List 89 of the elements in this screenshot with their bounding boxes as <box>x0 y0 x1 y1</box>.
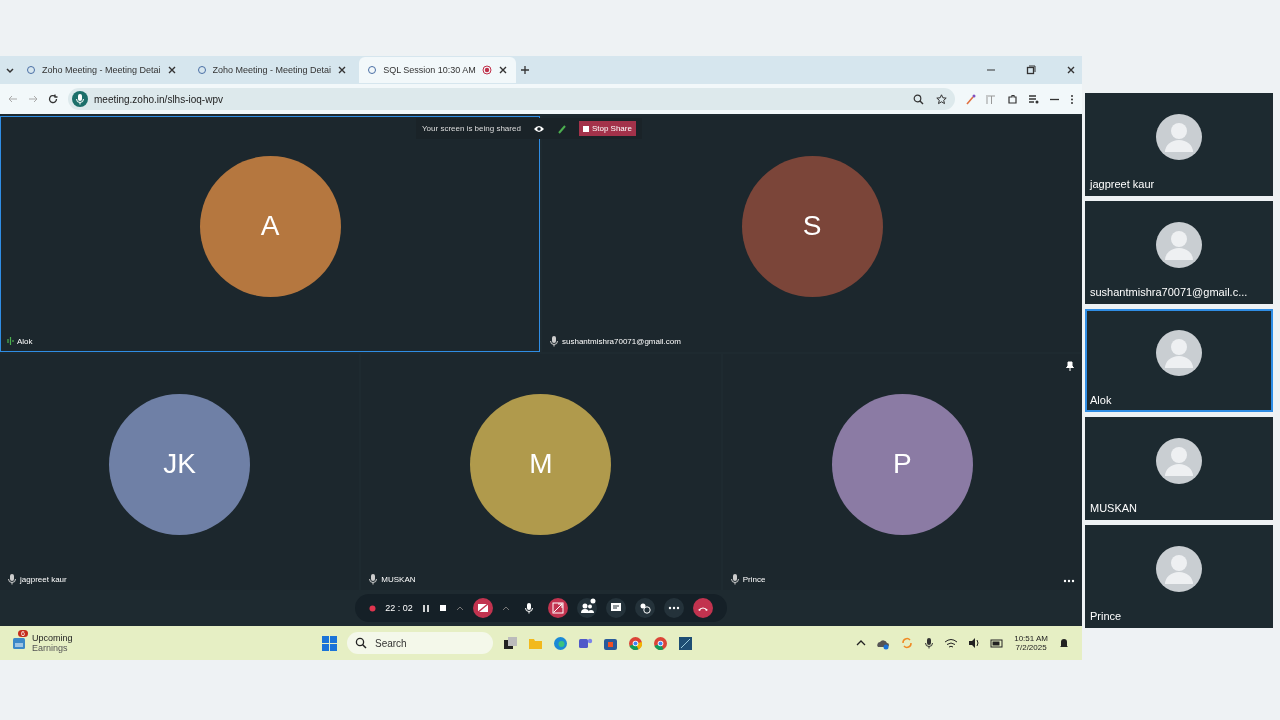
participant-name: MUSKAN <box>381 574 416 584</box>
reload-icon[interactable] <box>48 94 58 104</box>
star-icon[interactable] <box>936 93 947 105</box>
participant-name: MUSKAN <box>1089 502 1139 516</box>
recording-dot-icon <box>369 604 377 612</box>
participant-name: jagpreet kaur <box>1088 178 1156 192</box>
clock-time[interactable]: 10:51 AM <box>1014 634 1048 643</box>
dropdown-icon[interactable] <box>6 66 14 74</box>
chrome-icon[interactable] <box>653 635 668 651</box>
participant-name: Prince <box>742 574 766 584</box>
chevron-up-icon[interactable] <box>856 639 867 647</box>
site-icon <box>367 65 378 75</box>
avatar: JK <box>109 393 251 535</box>
avatar: A <box>199 155 341 297</box>
avatar-icon <box>1156 545 1202 592</box>
hang-up-icon[interactable] <box>692 598 713 618</box>
microphone-icon <box>729 573 740 585</box>
new-tab-icon[interactable] <box>519 65 530 75</box>
eye-icon[interactable] <box>532 123 545 134</box>
microphone-icon <box>7 573 17 585</box>
avatar-icon <box>1156 437 1202 484</box>
address-bar-url[interactable]: meeting.zoho.in/slhs-ioq-wpv <box>94 93 223 105</box>
reactions-icon[interactable] <box>634 598 655 618</box>
menu-icon[interactable] <box>1070 93 1074 105</box>
call-timer: 22 : 02 <box>385 603 413 613</box>
widget-title[interactable]: Upcoming <box>32 633 73 643</box>
battery-icon[interactable] <box>990 636 1005 650</box>
avatar: M <box>470 393 612 535</box>
site-icon <box>196 65 207 75</box>
browser-tab[interactable]: Zoho Meeting - Meeting Detai <box>18 57 185 83</box>
microphone-icon[interactable] <box>924 637 935 649</box>
chat-icon[interactable] <box>605 598 626 618</box>
search-field[interactable]: Search <box>347 632 493 654</box>
participant-name: Prince <box>1089 610 1123 624</box>
share-message: Your screen is being shared <box>422 124 521 133</box>
participant-name: sushantmishra70071@gmail.com <box>562 336 681 346</box>
screen-share-icon[interactable] <box>547 598 568 618</box>
participant-tile[interactable]: sushantmishra70071@gmail.c... <box>1085 201 1273 304</box>
browser-tab[interactable]: Zoho Meeting - Meeting Detai <box>188 57 356 83</box>
participant-name: Alok <box>1089 394 1113 408</box>
close-icon[interactable] <box>497 65 508 75</box>
participant-name: Alok <box>17 336 33 346</box>
stop-icon <box>582 125 589 132</box>
participant-tile[interactable]: Prince <box>1085 525 1273 628</box>
browser-tab[interactable]: SQL Session 10:30 AM <box>359 57 516 83</box>
pencil-icon[interactable] <box>556 123 567 134</box>
caret-icon[interactable] <box>501 604 510 612</box>
more-icon[interactable] <box>663 598 684 618</box>
close-icon[interactable] <box>1066 65 1076 75</box>
pause-icon[interactable] <box>421 603 430 613</box>
participants-icon[interactable] <box>576 598 597 618</box>
avatar-icon <box>1156 113 1202 160</box>
dropper-icon[interactable] <box>965 93 976 105</box>
edge-icon[interactable] <box>553 635 568 651</box>
participant-name: sushantmishra70071@gmail.c... <box>1089 286 1249 300</box>
wifi-icon[interactable] <box>944 637 959 649</box>
notification-bell-icon[interactable] <box>1058 637 1070 649</box>
playlist-icon[interactable] <box>1028 93 1039 105</box>
app-icon[interactable] <box>678 635 693 651</box>
site-icon <box>26 65 36 75</box>
avatar-icon <box>1156 329 1202 376</box>
caret-icon[interactable] <box>455 604 464 612</box>
participant-tile[interactable]: MUSKAN <box>1085 417 1273 520</box>
avatar: S <box>741 155 883 297</box>
stop-share-button[interactable]: Stop Share <box>578 121 636 136</box>
chrome-icon[interactable] <box>628 635 643 651</box>
close-icon[interactable] <box>337 65 348 75</box>
microphone-icon <box>72 91 88 107</box>
audio-level-icon <box>7 336 14 346</box>
microphone-icon <box>368 573 379 585</box>
zoom-icon[interactable] <box>913 93 924 105</box>
task-view-icon[interactable] <box>503 636 518 650</box>
close-icon[interactable] <box>166 65 177 75</box>
more-icon[interactable] <box>1063 579 1075 583</box>
widget-subtitle: Earnings <box>32 643 69 653</box>
camera-off-icon[interactable] <box>472 598 493 618</box>
windows-start-icon[interactable] <box>322 635 337 651</box>
search-icon <box>355 637 367 649</box>
participant-name: jagpreet kaur <box>20 574 67 584</box>
avatar-icon <box>1156 221 1202 268</box>
avatar: P <box>831 393 973 535</box>
participant-tile[interactable]: Alok <box>1085 309 1273 412</box>
speaker-icon[interactable] <box>968 637 981 649</box>
participant-tile[interactable]: jagpreet kaur <box>1085 93 1273 196</box>
clock-date[interactable]: 7/2/2025 <box>1015 643 1047 652</box>
restore-icon[interactable] <box>1026 65 1036 75</box>
text-icon[interactable] <box>986 93 997 105</box>
microphone-icon <box>549 335 559 347</box>
stop-icon[interactable] <box>438 604 447 612</box>
